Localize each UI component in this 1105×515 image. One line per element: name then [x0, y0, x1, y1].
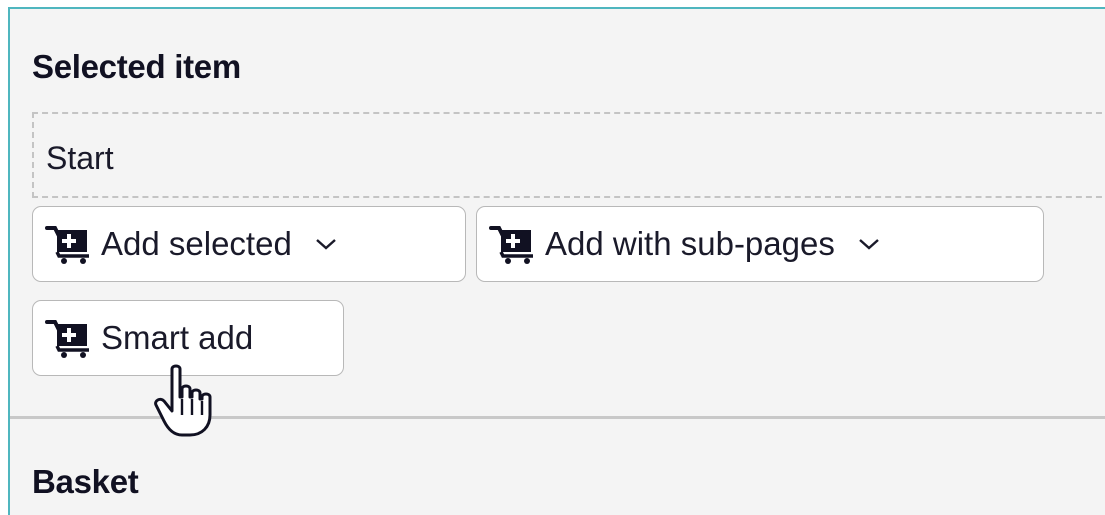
basket-heading: Basket [32, 463, 139, 500]
add-with-subpages-label: Add with sub-pages [545, 225, 835, 262]
chevron-down-icon [859, 239, 879, 250]
add-selected-label: Add selected [101, 225, 292, 262]
chevron-down-icon [316, 239, 336, 250]
selected-item-value: Start [46, 140, 114, 176]
cart-plus-icon [45, 320, 89, 358]
hand-pointer-icon [154, 364, 212, 437]
cart-plus-icon [489, 226, 533, 264]
add-with-subpages-button[interactable]: Add with sub-pages [476, 206, 1044, 282]
smart-add-label: Smart add [101, 319, 254, 356]
selected-item-heading: Selected item [32, 48, 241, 85]
selected-item-field: Start [32, 112, 1105, 198]
cart-plus-icon [45, 226, 89, 264]
add-selected-button[interactable]: Add selected [32, 206, 466, 282]
